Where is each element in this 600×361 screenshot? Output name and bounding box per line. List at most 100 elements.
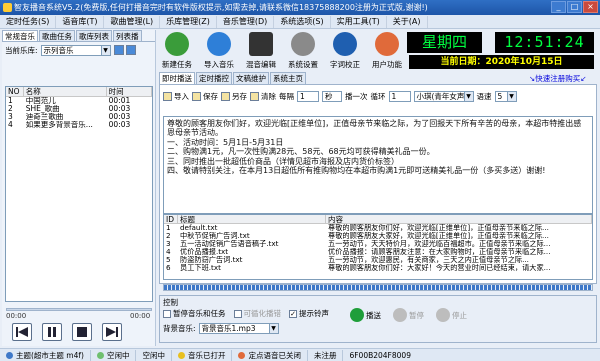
menu-tools[interactable]: 实用工具(T) <box>331 15 387 28</box>
control-label: 控制 <box>163 298 178 307</box>
tab-instant-broadcast[interactable]: 即时播送 <box>159 72 195 84</box>
menu-music[interactable]: 音乐管理(D) <box>217 15 275 28</box>
list-item[interactable]: 2 SHE_歌曲 00:03 <box>6 105 152 113</box>
time-end: 00:00 <box>130 312 151 320</box>
col-id[interactable]: ID <box>164 215 178 224</box>
system-settings-button[interactable]: 系统设置 <box>285 32 321 72</box>
loop-play-checkbox[interactable]: 可循化播错 <box>233 308 281 319</box>
pause-broadcast-button[interactable]: 暂停 <box>393 308 424 322</box>
repeat-unit-select[interactable]: 秒 <box>322 90 342 102</box>
user-function-button[interactable]: 用户功能 <box>369 32 405 72</box>
save-as-button[interactable]: 另存 <box>221 91 247 102</box>
cell-content: 优价品播报：请顾客朋友注意：在大家购物时，正值母亲节来临之际... <box>328 248 551 256</box>
status-voice-text: 定点语音已关闭 <box>248 350 301 360</box>
speed-select[interactable]: 5 ▼ <box>494 90 517 102</box>
list-item[interactable]: 3 迪奇兰歌曲 00:03 <box>6 113 152 121</box>
pause-button[interactable] <box>42 323 62 341</box>
table-row[interactable]: 2 中秋节促销广告词.txt 尊敬的顾客朋友大家好，欢迎光临[正维单位]，正值母亲节… <box>164 232 592 240</box>
bg-music-value: 背景音乐1.mp3 <box>201 324 256 333</box>
tab-script[interactable]: 文稿维护 <box>233 72 269 84</box>
add-icon[interactable] <box>113 45 124 55</box>
wrench-icon <box>291 32 315 56</box>
check-icon: ✓ <box>289 309 297 318</box>
menu-tasks[interactable]: 定时任务(S) <box>0 15 57 28</box>
stop-button[interactable] <box>72 323 92 341</box>
repeat-input[interactable]: 1 <box>297 90 319 102</box>
menu-options[interactable]: 系统选项(S) <box>274 15 331 28</box>
script-table[interactable]: ID 标题 内容 1 default.txt 尊敬的顾客朋友你们好，欢迎光临[正维单… <box>163 214 593 280</box>
menu-voice-library[interactable]: 语音库(T) <box>56 15 105 28</box>
voice-icon <box>238 351 246 359</box>
item-no: 4 <box>8 121 13 129</box>
maximize-button[interactable]: □ <box>567 1 582 13</box>
col-time[interactable]: 时间 <box>107 87 152 96</box>
table-row[interactable]: 1 default.txt 尊敬的顾客朋友你们好，欢迎光临[正维单位]，正值母亲节来… <box>164 224 592 232</box>
play-progress-bar[interactable] <box>6 308 152 311</box>
mix-edit-button[interactable]: 混音编辑 <box>243 32 279 72</box>
status-music-text: 音乐已打开 <box>187 350 226 360</box>
save-as-label: 另存 <box>232 91 247 101</box>
new-task-icon <box>165 32 189 56</box>
list-item[interactable]: 4 如果更多背景音乐... 00:03 <box>6 121 152 129</box>
current-library-row: 当前乐库: 示列音乐 ▼ <box>2 43 155 57</box>
loop-input[interactable]: 1 <box>388 90 411 102</box>
table-row[interactable]: 3 五一活动促销广告语音稿子.txt 五一劳动节，天天特价月，欢迎光临百福超市。正值… <box>164 240 592 248</box>
import-music-button[interactable]: 导入音乐 <box>201 32 237 72</box>
item-no: 2 <box>8 105 13 113</box>
checkbox-box <box>163 309 171 318</box>
prompt-sound-checkbox[interactable]: ✓ 提示铃声 <box>289 308 329 319</box>
tab-regular-music[interactable]: 常规音乐 <box>2 30 38 41</box>
menu-about[interactable]: 关于(A) <box>387 15 428 28</box>
list-header: NO 名称 时间 <box>6 87 152 97</box>
music-list[interactable]: NO 名称 时间 1 中国范儿 00:01 2 SHE_歌曲 00:03 3 迪奇兰歌曲 0… <box>5 86 153 302</box>
col-name[interactable]: 名称 <box>24 87 107 96</box>
tab-song-tasks[interactable]: 歌曲任务 <box>39 30 75 41</box>
register-buy-link[interactable]: ↘快速注册购买↙ <box>529 73 587 84</box>
status-idle: 空闲中 <box>136 349 172 361</box>
cell-id: 2 <box>166 232 171 240</box>
word-correct-button[interactable]: 字词校正 <box>327 32 363 72</box>
col-title[interactable]: 标题 <box>178 215 326 224</box>
save-label: 保存 <box>203 91 218 101</box>
library-select[interactable]: 示列音乐 ▼ <box>40 44 111 56</box>
time-start: 00:00 <box>6 312 27 320</box>
status-voice: 定点语音已关闭 <box>232 349 308 361</box>
new-task-button[interactable]: 新建任务 <box>159 32 195 72</box>
menu-songs[interactable]: 歌曲管理(L) <box>104 15 161 28</box>
cell-id: 6 <box>166 264 171 272</box>
word-correct-label: 字词校正 <box>330 60 360 69</box>
loop-label: 循环 <box>370 91 386 101</box>
table-row[interactable]: 5 防盗防窃广告词.txt 五一劳动节，欢迎惠民，有关商家，三天之内正值母亲节之际.… <box>164 256 592 264</box>
bg-music-select[interactable]: 背景音乐1.mp3 ▼ <box>198 323 279 334</box>
save-button[interactable]: 保存 <box>192 91 218 102</box>
cell-content: 尊敬的顾客朋友大家好，欢迎光临[正维单位]，正值母亲节来临之际... <box>328 232 549 240</box>
col-no[interactable]: NO <box>6 87 24 96</box>
voice-select[interactable]: 小琪(青年女声) ▼ <box>413 90 474 102</box>
date-display: 当前日期：2020年10月15日 <box>409 55 594 69</box>
bg-music-label: 背景音乐: <box>163 324 196 333</box>
cell-title: 五一活动促销广告语音稿子.txt <box>180 240 279 248</box>
stop-broadcast-button[interactable]: 停止 <box>436 308 467 322</box>
menu-library[interactable]: 乐库管理(Z) <box>160 15 217 28</box>
next-button[interactable] <box>102 323 122 341</box>
broadcast-button[interactable]: 播送 <box>350 308 381 322</box>
previous-button[interactable] <box>12 323 32 341</box>
close-button[interactable]: × <box>583 1 598 13</box>
left-tabs: 常规音乐 歌曲任务 歌库列表 列表播 <box>2 30 155 42</box>
list-item[interactable]: 1 中国范儿 00:01 <box>6 97 152 105</box>
save-as-icon <box>221 91 230 101</box>
tab-home[interactable]: 系统主页 <box>270 72 306 84</box>
col-content[interactable]: 内容 <box>326 215 592 224</box>
tab-scheduled[interactable]: 定时播控 <box>196 72 232 84</box>
import-button[interactable]: 导入 <box>163 91 189 102</box>
broadcast-text-area[interactable]: 尊敬的顾客朋友你们好，欢迎光临[正维单位]，正值母亲节来临之际，为了回报天下所有… <box>163 116 593 214</box>
pause-music-checkbox[interactable]: 暂停音乐和任务 <box>163 308 226 319</box>
status-theme: 主题(超市主题 m4f) <box>0 349 91 361</box>
clear-button[interactable]: 清除 <box>250 91 276 102</box>
tab-song-list[interactable]: 歌库列表 <box>76 30 112 41</box>
remove-icon[interactable] <box>125 45 136 55</box>
minimize-button[interactable]: _ <box>551 1 566 13</box>
tab-list-play[interactable]: 列表播 <box>113 30 142 41</box>
table-row[interactable]: 4 优价品播报.txt 优价品播报：请顾客朋友注意：在大家购物时，正值母亲节来临之际… <box>164 248 592 256</box>
table-row[interactable]: 6 员工下班.txt 尊敬的顾客朋友你们好：大家好！今天的营业时间已经结束，请大家.… <box>164 264 592 272</box>
